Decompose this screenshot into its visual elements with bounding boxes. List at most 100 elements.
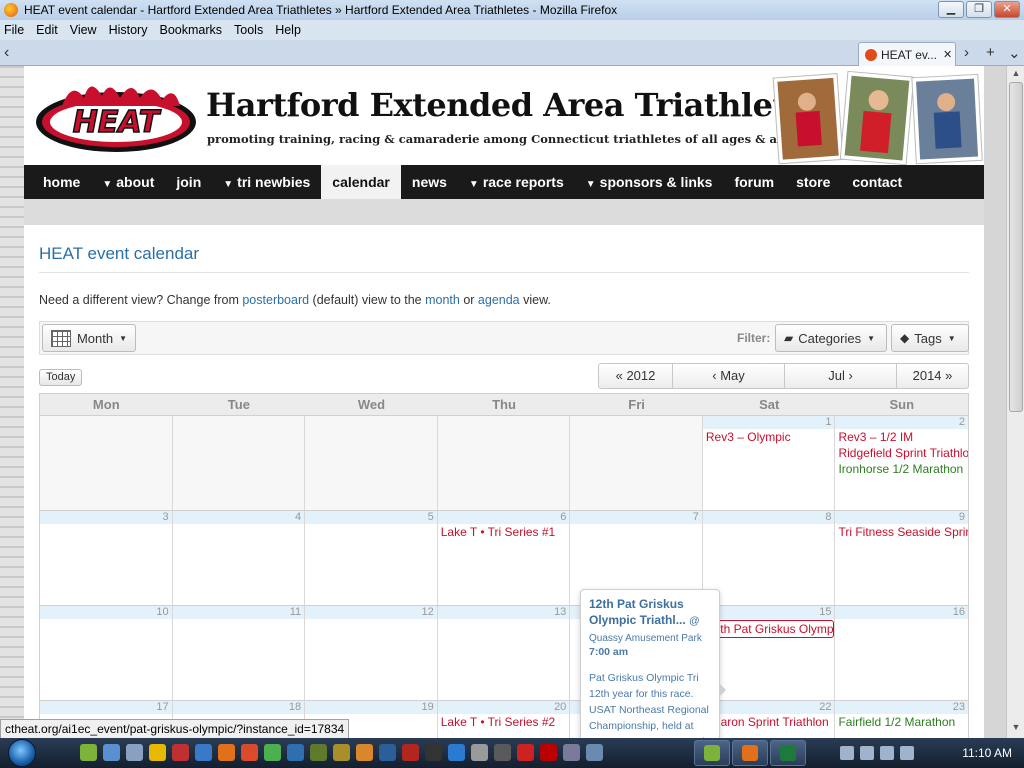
scroll-up-icon[interactable]: ▲ [1009,68,1023,82]
calendar-day-cell[interactable]: 6 Lake T • Tri Series #1 [437,511,571,605]
agenda-link[interactable]: agenda [478,293,520,307]
calendar-event-link[interactable]: 12th Pat Griskus Olympic [703,620,834,638]
cmd-icon[interactable] [425,744,442,761]
scroll-down-icon[interactable]: ▼ [1009,722,1023,736]
calendar-event-link[interactable]: Lake T • Tri Series #2 [438,714,570,730]
calendar-event-link[interactable]: Rev3 – 1/2 IM [835,429,968,445]
calendar-day-cell[interactable]: 12 [305,606,438,700]
nav-store[interactable]: store [785,165,841,199]
today-button[interactable]: Today [39,369,83,386]
tray-arrow-icon[interactable] [840,746,854,760]
calendar-day-cell[interactable]: 4 [172,511,306,605]
vertical-scrollbar[interactable]: ▲ ▼ [1006,66,1024,738]
calendar-event-link[interactable]: Fairfield 1/2 Marathon [835,714,968,730]
dreamweaver-icon[interactable] [310,744,327,761]
maximize-button[interactable]: ❐ [966,1,992,18]
calendar-event-link[interactable]: Sharon Sprint Triathlon [703,714,835,730]
menu-view[interactable]: View [70,23,97,37]
app-icon[interactable] [471,744,488,761]
nav-news[interactable]: news [401,165,458,199]
heat-logo-icon[interactable]: HEAT [32,76,200,156]
nav-calendar[interactable]: calendar [321,165,401,199]
calendar-day-cell[interactable]: 1 Rev3 – Olympic [702,416,836,510]
taskbar-app-1[interactable] [694,740,730,766]
illustrator-icon[interactable] [356,744,373,761]
calendar-day-cell[interactable]: 16 [835,606,969,700]
calendar-day-cell[interactable]: 3 [40,511,173,605]
prev-year-button[interactable]: « 2012 [599,364,673,388]
nav-race-reports[interactable]: ▼ race reports [458,165,575,199]
acrobat-icon[interactable] [402,744,419,761]
calendar-day-cell[interactable]: 13 [437,606,571,700]
calendar-day-cell[interactable] [172,416,306,510]
new-tab-button[interactable]: + [986,44,995,61]
event-popup[interactable]: 12th Pat Griskus Olympic Triathl... @ Qu… [580,589,720,738]
adobe-icon[interactable] [540,744,557,761]
app-icon[interactable] [563,744,580,761]
categories-filter-button[interactable]: ▰ Categories ▼ [775,324,887,352]
calendar-event-link[interactable]: Tri Fitness Seaside Sprint [835,524,968,540]
chrome-icon[interactable] [264,744,281,761]
menu-edit[interactable]: Edit [36,23,58,37]
app-icon[interactable] [494,744,511,761]
nav-join[interactable]: join [165,165,212,199]
nav-tri-newbies[interactable]: ▼ tri newbies [212,165,321,199]
calendar-day-cell[interactable] [570,416,703,510]
taskbar-firefox[interactable] [732,740,768,766]
opera-icon[interactable] [241,744,258,761]
menu-bookmarks[interactable]: Bookmarks [159,23,222,37]
app-icon[interactable] [586,744,603,761]
nav-contact[interactable]: contact [841,165,913,199]
menu-tools[interactable]: Tools [234,23,263,37]
calendar-day-cell[interactable] [305,416,438,510]
calendar-day-cell[interactable]: 22 Sharon Sprint Triathlon [702,701,836,738]
folder-icon[interactable] [149,744,166,761]
taskbar-excel[interactable] [770,740,806,766]
firefox-quick-icon[interactable] [218,744,235,761]
next-year-button[interactable]: 2014 » [897,364,968,388]
start-button[interactable] [8,739,36,767]
quicklaunch-app-icon[interactable] [80,744,97,761]
tab-close-icon[interactable]: ✕ [943,48,952,61]
popup-event-title[interactable]: 12th Pat Griskus Olympic Triathl... @ [589,596,711,629]
calendar-event-link[interactable]: Ironhorse 1/2 Marathon [835,461,968,477]
gmail-icon[interactable] [517,744,534,761]
minimize-button[interactable]: ▁ [938,1,964,18]
calendar-day-cell[interactable]: 10 [40,606,173,700]
calendar-day-cell[interactable]: 23 Fairfield 1/2 Marathon [835,701,969,738]
calendar-day-cell[interactable]: 20 Lake T • Tri Series #2 [437,701,571,738]
tab-scroll-right-button[interactable]: › [964,44,969,61]
menu-help[interactable]: Help [275,23,301,37]
nav-about[interactable]: ▼ about [91,165,165,199]
month-link[interactable]: month [425,293,460,307]
calendar-day-cell[interactable] [437,416,571,510]
prev-month-button[interactable]: ‹ May [673,364,785,388]
tags-filter-button[interactable]: ◆ Tags ▼ [891,324,969,352]
tab-heat-event-calendar[interactable]: HEAT ev... ✕ [858,42,956,66]
nav-sponsors-links[interactable]: ▼ sponsors & links [575,165,724,199]
tab-list-button[interactable]: ⌄ [1008,44,1021,62]
network-icon[interactable] [880,746,894,760]
scroll-thumb[interactable] [1009,82,1023,412]
nav-forum[interactable]: forum [723,165,785,199]
calendar-day-cell[interactable]: 11 [172,606,306,700]
app-icon[interactable] [287,744,304,761]
tab-scroll-left-button[interactable]: ‹ [4,44,9,62]
calendar-day-cell[interactable]: 8 [702,511,836,605]
calendar-day-cell[interactable]: 9 Tri Fitness Seaside Sprint [835,511,969,605]
menu-file[interactable]: File [4,23,24,37]
show-desktop-icon[interactable] [103,744,120,761]
calendar-event-link[interactable]: Ridgefield Sprint Triathlon [835,445,968,461]
tray-app-icon[interactable] [860,746,874,760]
calendar-event-link[interactable]: Lake T • Tri Series #1 [438,524,570,540]
next-month-button[interactable]: Jul › [785,364,897,388]
quicktime-icon[interactable] [172,744,189,761]
calendar-day-cell[interactable]: 5 [305,511,438,605]
site-title[interactable]: Hartford Extended Area Triathletes [206,86,825,124]
calendar-event-link[interactable]: Rev3 – Olympic [703,429,835,445]
ie-icon[interactable] [195,744,212,761]
close-window-button[interactable]: ✕ [994,1,1020,18]
posterboard-link[interactable]: posterboard [242,293,309,307]
photoshop-icon[interactable] [379,744,396,761]
nav-home[interactable]: home [32,165,91,199]
